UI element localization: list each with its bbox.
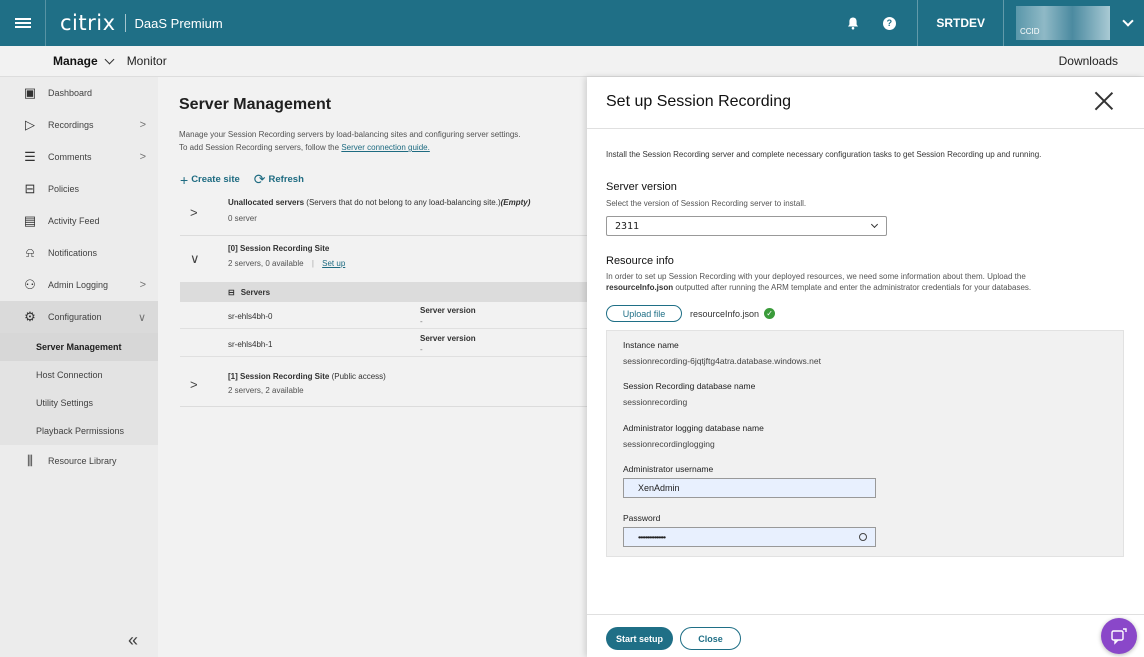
setup-session-recording-panel: Set up Session Recording Install the Ses…	[587, 77, 1144, 657]
brand: citrix DaaS Premium	[46, 11, 223, 35]
panel-intro: Install the Session Recording server and…	[606, 150, 1042, 159]
password-label: Password	[623, 513, 661, 523]
sr-db-label: Session Recording database name	[623, 381, 756, 391]
sr-db-value: sessionrecording	[623, 397, 688, 407]
panel-title: Set up Session Recording	[606, 93, 791, 110]
brand-divider	[124, 14, 126, 32]
al-db-value: sessionrecordinglogging	[623, 439, 715, 449]
feedback-icon[interactable]	[1101, 618, 1137, 654]
modal-overlay	[0, 77, 587, 657]
citrix-logo: citrix	[60, 11, 116, 35]
admin-username-field[interactable]: XenAdmin	[623, 478, 876, 498]
server-version-label: Server version	[606, 181, 677, 193]
notifications-bell-icon[interactable]	[835, 0, 871, 46]
account-menu[interactable]: CCID	[1004, 0, 1144, 46]
manage-menu[interactable]: Manage	[53, 54, 115, 68]
sub-nav: Manage Monitor Downloads	[0, 46, 1144, 77]
server-version-value: 2311	[615, 220, 640, 232]
credentials-section: Instance name sessionrecording-6jqtjftg4…	[606, 330, 1124, 557]
chevron-down-icon[interactable]	[1122, 15, 1134, 27]
instance-name-label: Instance name	[623, 340, 679, 350]
upload-file-button[interactable]: Upload file	[606, 305, 682, 322]
panel-header: Set up Session Recording	[587, 77, 1144, 129]
help-icon[interactable]: ?	[871, 0, 907, 46]
server-version-help: Select the version of Session Recording …	[606, 199, 807, 208]
resource-info-help-text: outputted after running the ARM template…	[675, 283, 1032, 292]
eye-icon[interactable]	[859, 533, 867, 541]
monitor-tab[interactable]: Monitor	[127, 54, 167, 68]
server-version-select[interactable]: 2311	[606, 216, 887, 236]
resource-info-help: In order to set up Session Recording wit…	[606, 271, 1126, 293]
resource-info-help-line2: resourceInfo.json outputted after runnin…	[606, 282, 1126, 293]
manage-label: Manage	[53, 54, 98, 68]
customer-name[interactable]: SRTDEV	[918, 16, 1003, 30]
uploaded-file-name: resourceInfo.json	[690, 308, 760, 319]
ccid-label: CCID	[1020, 27, 1040, 36]
hamburger-menu-icon[interactable]	[0, 0, 46, 46]
panel-footer: Start setup Close	[587, 614, 1144, 657]
start-setup-button[interactable]: Start setup	[606, 627, 673, 650]
background-page: ▣ Dashboard ▷ Recordings > ☰ Comments > …	[0, 77, 587, 657]
al-db-label: Administrator logging database name	[623, 423, 764, 433]
password-field[interactable]: •••••••••••••••	[623, 527, 876, 547]
chevron-down-icon	[104, 54, 115, 64]
resource-info-filename: resourceInfo.json	[606, 283, 674, 292]
ccid-redacted: CCID	[1016, 6, 1110, 40]
uploaded-file: resourceInfo.json ✓	[690, 308, 776, 319]
admin-username-label: Administrator username	[623, 464, 714, 474]
close-button[interactable]: Close	[680, 627, 741, 650]
downloads-link[interactable]: Downloads	[1059, 54, 1118, 68]
instance-name-value: sessionrecording-6jqtjftg4atra.database.…	[623, 356, 821, 366]
password-mask: •••••••••••••••	[638, 532, 666, 542]
check-circle-icon: ✓	[764, 308, 776, 319]
product-name: DaaS Premium	[134, 15, 223, 31]
help-glyph: ?	[882, 16, 896, 30]
resource-info-help-line1: In order to set up Session Recording wit…	[606, 272, 1026, 281]
top-bar: citrix DaaS Premium ? SRTDEV CCID	[0, 0, 1144, 46]
resource-info-label: Resource info	[606, 255, 674, 267]
close-icon[interactable]	[1094, 91, 1114, 111]
chevron-down-icon	[870, 220, 879, 229]
